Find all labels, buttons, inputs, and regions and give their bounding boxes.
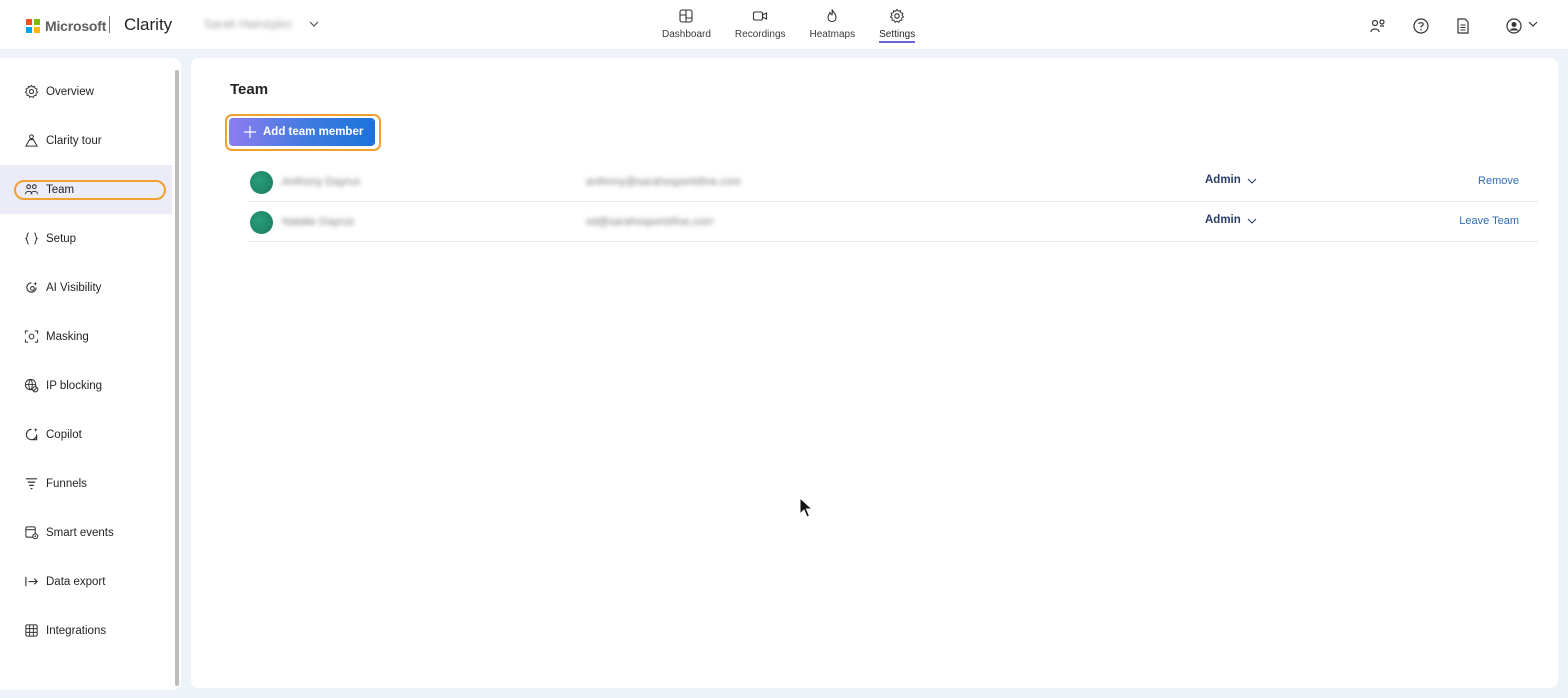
ai-visibility-icon — [24, 280, 39, 295]
sidebar-item-label: Setup — [46, 232, 77, 245]
member-email: sd@sarahssportsfine.com — [586, 216, 714, 228]
people-share-icon[interactable] — [1369, 17, 1387, 35]
braces-icon — [24, 231, 39, 246]
sidebar-item-label: Smart events — [46, 526, 114, 539]
role-label: Admin — [1205, 174, 1241, 186]
chevron-down-icon — [1246, 214, 1258, 226]
nav-dashboard[interactable]: Dashboard — [650, 6, 723, 44]
sidebar-item-label: Copilot — [46, 428, 82, 441]
sidebar-item-masking[interactable]: Masking — [0, 312, 172, 361]
sidebar-item-label: Integrations — [46, 624, 107, 637]
nav-recordings[interactable]: Recordings — [723, 6, 798, 44]
copilot-icon — [24, 427, 39, 442]
sidebar-item-team[interactable]: Team — [0, 165, 172, 214]
masking-icon — [24, 329, 39, 344]
nav-settings-label: Settings — [879, 29, 916, 43]
sidebar-scrollbar[interactable] — [175, 70, 179, 686]
leave-team-link[interactable]: Leave Team — [1459, 215, 1519, 227]
gear-icon — [24, 84, 39, 99]
sidebar-item-label: Overview — [46, 85, 94, 98]
avatar — [250, 211, 273, 234]
product-name[interactable]: Clarity — [124, 15, 172, 35]
flame-icon — [827, 9, 837, 23]
sidebar-item-clarity-tour[interactable]: Clarity tour — [0, 116, 172, 165]
add-team-member-label: Add team member — [263, 126, 364, 138]
role-dropdown[interactable]: Admin — [1205, 214, 1258, 226]
sidebar-item-label: IP blocking — [46, 379, 103, 392]
dashboard-icon — [679, 9, 694, 23]
sidebar-item-label: Funnels — [46, 477, 87, 490]
microsoft-logo-icon — [26, 19, 40, 33]
gear-icon — [889, 8, 905, 24]
sidebar-item-copilot[interactable]: Copilot — [0, 410, 172, 459]
sidebar-item-overview[interactable]: Overview — [0, 67, 172, 116]
microsoft-logo[interactable]: Microsoft — [26, 18, 106, 34]
account-icon[interactable] — [1505, 17, 1541, 35]
sidebar-item-ai-visibility[interactable]: AI Visibility — [0, 263, 172, 312]
brand-name: Microsoft — [45, 18, 107, 34]
nav-settings[interactable]: Settings — [867, 6, 927, 44]
page-title: Team — [230, 81, 269, 98]
sidebar-item-label: Team — [46, 183, 75, 196]
plus-icon — [243, 125, 257, 139]
top-header: Microsoft Clarity Sarah Hairstyles Dashb… — [0, 0, 1568, 50]
tour-icon — [24, 133, 39, 148]
chevron-down-icon — [1246, 174, 1258, 186]
integrations-icon — [24, 623, 39, 638]
nav-heatmaps-label: Heatmaps — [809, 29, 856, 40]
document-icon[interactable] — [1454, 17, 1472, 35]
team-icon — [24, 182, 39, 197]
member-name: Natalie Dayrus — [282, 216, 355, 228]
export-icon — [24, 574, 39, 589]
nav-dashboard-label: Dashboard — [662, 29, 711, 40]
video-camera-icon — [753, 11, 768, 21]
role-dropdown[interactable]: Admin — [1205, 174, 1258, 186]
table-row: Anthony Dayrus anthony@sarahssportsfine.… — [248, 162, 1538, 202]
avatar — [250, 171, 273, 194]
member-name: Anthony Dayrus — [282, 176, 361, 188]
add-team-member-button[interactable]: Add team member — [229, 118, 375, 146]
sidebar-item-setup[interactable]: Setup — [0, 214, 172, 263]
sidebar-item-label: AI Visibility — [46, 281, 102, 294]
help-icon[interactable] — [1412, 17, 1430, 35]
sidebar-item-ip-blocking[interactable]: IP blocking — [0, 361, 172, 410]
table-row: Natalie Dayrus sd@sarahssportsfine.com A… — [248, 202, 1538, 242]
nav-heatmaps[interactable]: Heatmaps — [798, 6, 868, 44]
member-email: anthony@sarahssportsfine.com — [586, 176, 741, 188]
sidebar-item-label: Masking — [46, 330, 89, 343]
remove-link[interactable]: Remove — [1478, 175, 1519, 187]
header-divider — [109, 16, 110, 33]
sidebar-item-label: Clarity tour — [46, 134, 102, 147]
mouse-cursor-icon — [799, 497, 813, 518]
sidebar-item-label: Data export — [46, 575, 106, 588]
nav-recordings-label: Recordings — [734, 29, 786, 40]
sidebar-item-funnels[interactable]: Funnels — [0, 459, 172, 508]
globe-block-icon — [24, 378, 39, 393]
team-panel: Team Add team member Anthony Dayrus anth… — [191, 58, 1558, 688]
funnel-icon — [24, 476, 39, 491]
sidebar-item-data-export[interactable]: Data export — [0, 557, 172, 606]
sidebar-item-integrations[interactable]: Integrations — [0, 606, 172, 655]
project-selector-label[interactable]: Sarah Hairstyles — [204, 17, 292, 31]
top-nav: Dashboard Recordings Heatmaps Settings — [650, 6, 927, 44]
role-label: Admin — [1205, 214, 1241, 226]
smart-events-icon — [24, 525, 39, 540]
sidebar-item-smart-events[interactable]: Smart events — [0, 508, 172, 557]
chevron-down-icon[interactable] — [307, 17, 321, 31]
